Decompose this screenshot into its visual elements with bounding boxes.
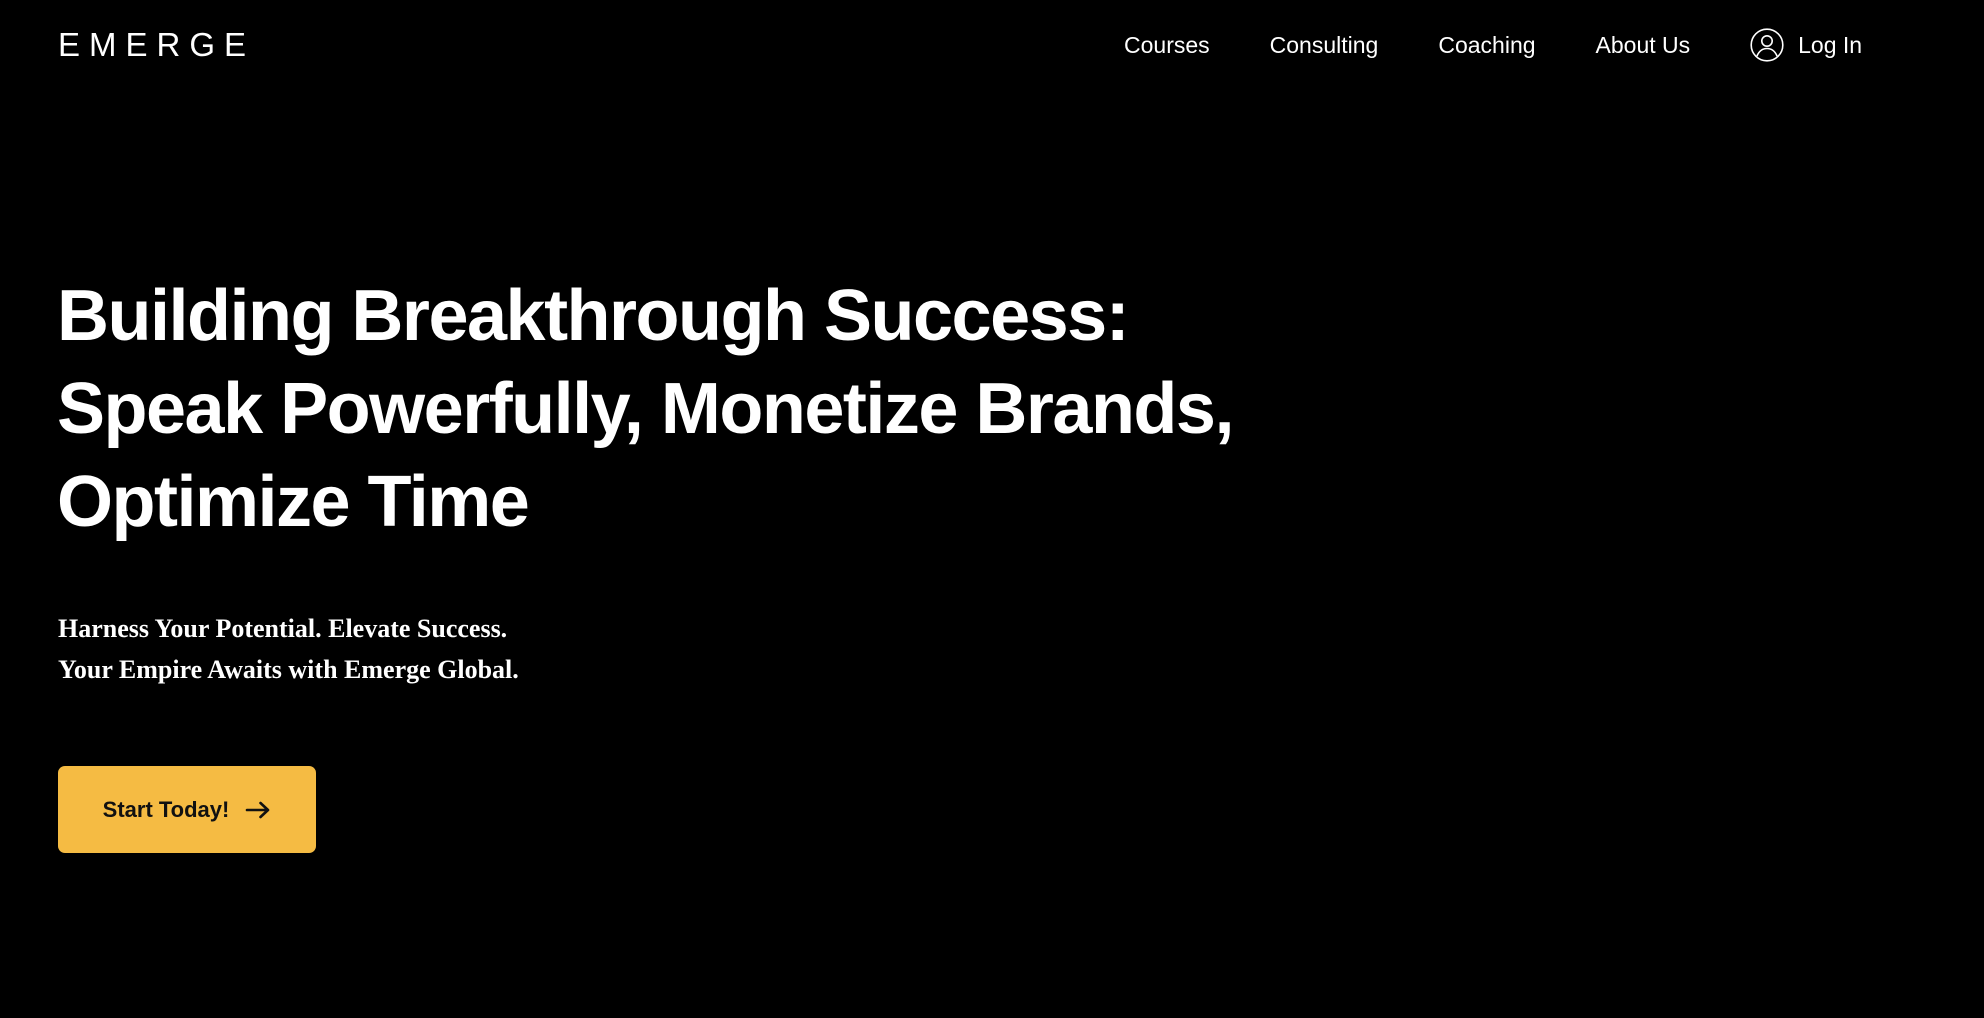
tagline-line-1: Harness Your Potential. Elevate Success. xyxy=(58,614,508,643)
site-header: EMERGE Courses Consulting Coaching About… xyxy=(0,0,1984,90)
login-link[interactable]: Log In xyxy=(1750,28,1862,62)
nav-item-coaching[interactable]: Coaching xyxy=(1438,30,1535,60)
arrow-right-icon xyxy=(246,801,270,818)
main-nav: Courses Consulting Coaching About Us Log… xyxy=(1124,28,1862,62)
hero-title-line-2: Speak Powerfully, Monetize Brands, xyxy=(57,369,1234,449)
start-today-label: Start Today! xyxy=(102,796,230,822)
logo[interactable]: EMERGE xyxy=(58,27,255,63)
nav-item-about-us[interactable]: About Us xyxy=(1596,30,1691,60)
start-today-button[interactable]: Start Today! xyxy=(58,766,316,853)
hero-title: Building Breakthrough Success: Speak Pow… xyxy=(57,270,1357,549)
hero-tagline: Harness Your Potential. Elevate Success.… xyxy=(58,608,519,690)
tagline-line-2: Your Empire Awaits with Emerge Global. xyxy=(58,655,519,684)
hero-title-line-3: Optimize Time xyxy=(57,462,530,542)
nav-item-consulting[interactable]: Consulting xyxy=(1270,30,1379,60)
hero-title-line-1: Building Breakthrough Success: xyxy=(57,276,1130,356)
login-label: Log In xyxy=(1798,32,1863,58)
user-circle-icon xyxy=(1750,28,1784,62)
nav-item-courses[interactable]: Courses xyxy=(1124,30,1210,60)
